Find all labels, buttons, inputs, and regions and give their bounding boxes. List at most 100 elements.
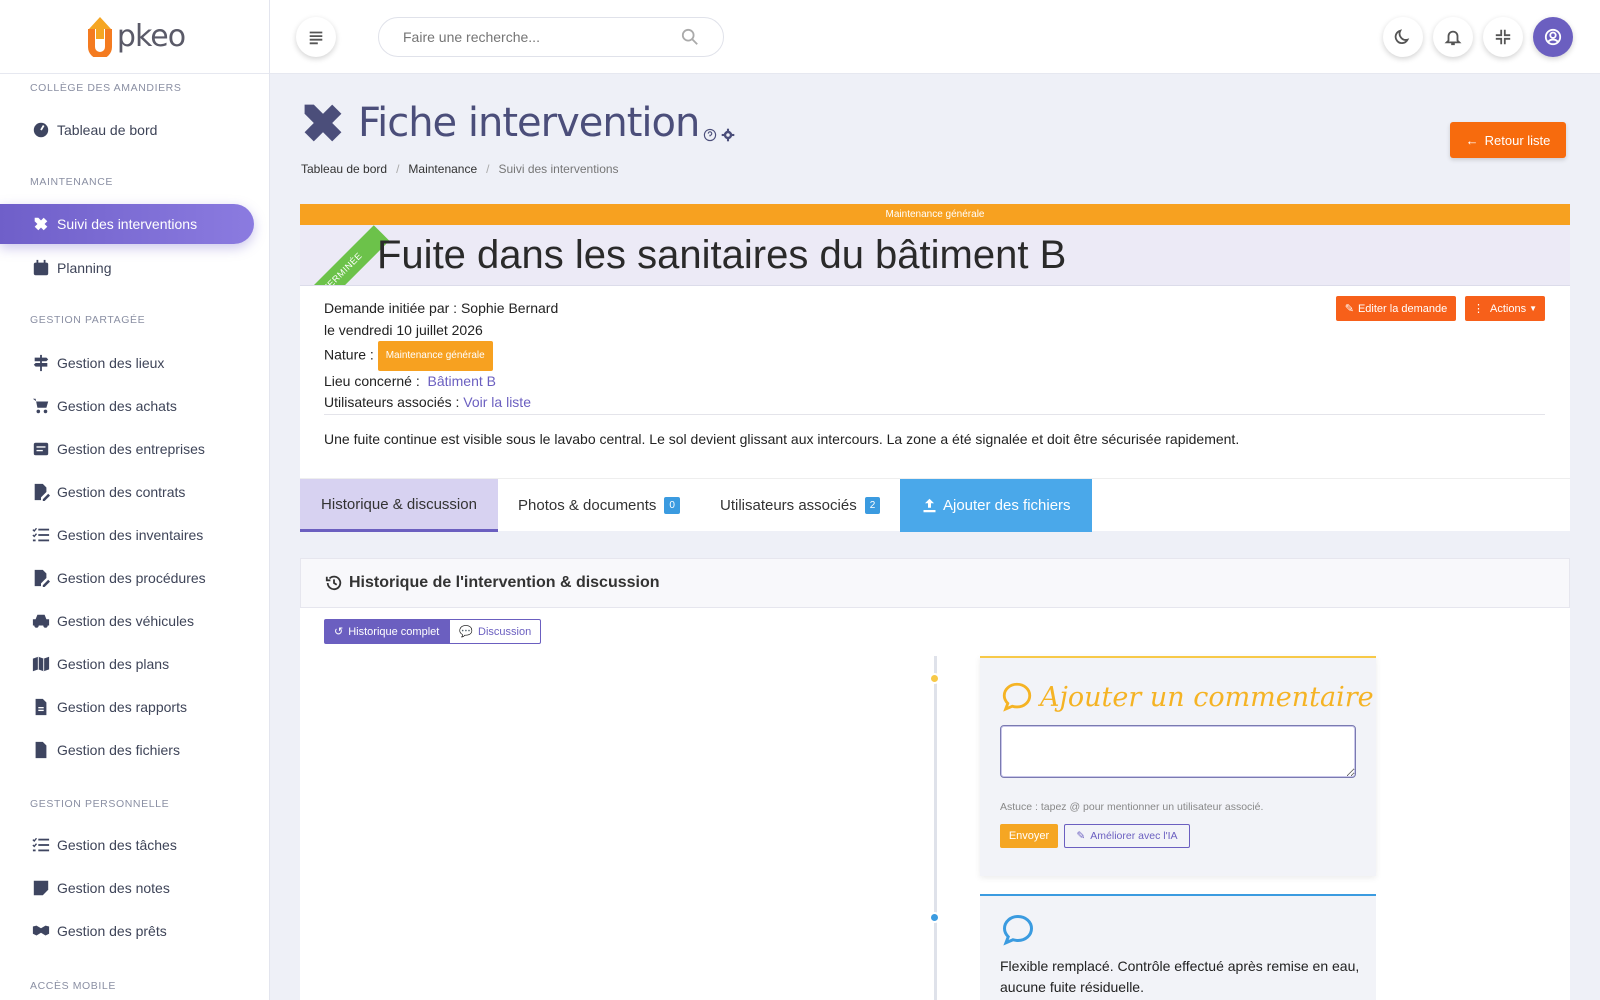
kebab-icon: ⋮	[1473, 303, 1484, 315]
add-comment-card: Ajouter un commentaire Astuce : tapez @ …	[980, 656, 1376, 876]
tools-icon	[304, 104, 342, 142]
sidebar-item-procedures[interactable]: Gestion des procédures	[0, 558, 254, 598]
user-avatar-button[interactable]	[1533, 17, 1573, 57]
sidebar-item-label: Gestion des achats	[57, 398, 177, 414]
menu-toggle-button[interactable]	[296, 17, 336, 57]
arrow-left-icon: ←	[1465, 132, 1479, 148]
users-list-link[interactable]: Voir la liste	[463, 394, 531, 410]
handshake-icon	[32, 925, 50, 936]
search-icon[interactable]	[681, 28, 699, 46]
sidebar-item-label: Planning	[57, 260, 112, 276]
car-icon	[32, 614, 50, 628]
upload-icon	[923, 498, 936, 513]
sidebar-item-notes[interactable]: Gestion des notes	[0, 868, 254, 908]
timeline-dot	[929, 673, 940, 684]
sidebar-item-label: Suivi des interventions	[57, 216, 198, 232]
users-label: Utilisateurs associés :	[324, 394, 460, 410]
sidebar-item-achats[interactable]: Gestion des achats	[0, 386, 254, 426]
section-gestion-partagee: Gestion partagée	[30, 314, 146, 326]
timeline-dot	[929, 912, 940, 923]
tools-icon	[34, 217, 48, 231]
timeline-line	[934, 656, 937, 1000]
actions-dropdown-button[interactable]: ⋮ Actions ▼	[1465, 296, 1545, 321]
search-input[interactable]	[403, 29, 681, 45]
logo-text: pkeo	[116, 19, 186, 54]
sidebar-item-dashboard[interactable]: Tableau de bord	[0, 110, 254, 150]
sidebar-item-planning[interactable]: Planning	[0, 248, 254, 288]
history-filter: ↺ Historique complet 💬 Discussion	[324, 619, 542, 644]
history-icon	[325, 575, 342, 591]
title-band: TERMINÉE Fuite dans les sanitaires du bâ…	[300, 225, 1570, 286]
filter-all-button[interactable]: ↺ Historique complet	[324, 619, 450, 644]
calendar-icon	[33, 259, 49, 276]
dark-mode-button[interactable]	[1383, 17, 1423, 57]
initiated-label: Demande initiée par :	[324, 300, 458, 316]
help-icon[interactable]	[703, 128, 717, 142]
sidebar-item-prets[interactable]: Gestion des prêts	[0, 911, 254, 951]
sidebar-item-label: Gestion des prêts	[57, 923, 167, 939]
file-icon	[35, 741, 47, 759]
send-button[interactable]: Envoyer	[1000, 824, 1058, 848]
sidebar-item-entreprises[interactable]: Gestion des entreprises	[0, 429, 254, 469]
map-icon	[32, 656, 50, 672]
sidebar-item-label: Gestion des rapports	[57, 699, 187, 715]
edit-request-button[interactable]: ✎ Editer la demande	[1336, 296, 1456, 321]
breadcrumb-item[interactable]: Maintenance	[408, 162, 477, 176]
caret-down-icon: ▼	[1529, 304, 1537, 313]
tabs: Historique & discussion Photos & documen…	[300, 478, 1570, 532]
section-acces-mobile: Accès mobile	[30, 980, 116, 992]
tab-photos[interactable]: Photos & documents 0	[498, 479, 700, 532]
notifications-button[interactable]	[1433, 17, 1473, 57]
sidebar-item-inventaires[interactable]: Gestion des inventaires	[0, 515, 254, 555]
tab-utilisateurs[interactable]: Utilisateurs associés 2	[700, 479, 900, 532]
section-maintenance: Maintenance	[30, 176, 114, 188]
intervention-card: Maintenance générale TERMINÉE Fuite dans…	[300, 204, 1570, 532]
sidebar-item-taches[interactable]: Gestion des tâches	[0, 825, 254, 865]
sidebar-item-contrats[interactable]: Gestion des contrats	[0, 472, 254, 512]
timeline-entry: Flexible remplacé. Contrôle effectué apr…	[980, 894, 1376, 1000]
category-bar: Maintenance générale	[300, 204, 1570, 225]
gear-icon[interactable]	[721, 128, 735, 142]
sidebar-item-label: Gestion des fichiers	[57, 742, 180, 758]
sidebar-item-label: Gestion des plans	[57, 656, 170, 672]
breadcrumb-item[interactable]: Tableau de bord	[301, 162, 387, 176]
sidebar-item-plans[interactable]: Gestion des plans	[0, 644, 254, 684]
list-check-icon	[32, 837, 50, 852]
section-college: Collège des Amandiers	[30, 82, 182, 94]
initiated-by: Sophie Bernard	[460, 300, 559, 316]
comment-textarea[interactable]	[1000, 725, 1356, 778]
sidebar-item-label: Gestion des tâches	[57, 837, 177, 853]
sidebar-item-lieux[interactable]: Gestion des lieux	[0, 343, 254, 383]
add-comment-title: Ajouter un commentaire	[1000, 680, 1374, 714]
sidebar-item-label: Gestion des procédures	[57, 570, 206, 586]
page-title: Fiche intervention	[358, 100, 700, 146]
comment-icon	[1002, 682, 1032, 712]
lieu-link[interactable]: Bâtiment B	[428, 373, 496, 389]
sidebar-item-label: Gestion des véhicules	[57, 613, 194, 629]
status-ribbon: TERMINÉE	[300, 225, 390, 285]
fullscreen-exit-button[interactable]	[1483, 17, 1523, 57]
tab-historique[interactable]: Historique & discussion	[300, 479, 498, 532]
user-circle-icon	[1544, 28, 1562, 46]
improve-ai-button[interactable]: ✎ Améliorer avec l'IA	[1064, 824, 1190, 848]
comment-icon	[1002, 914, 1034, 946]
history-icon: ↺	[334, 626, 344, 638]
logo[interactable]: pkeo	[0, 0, 269, 74]
nature-label: Nature :	[324, 346, 374, 363]
sidebar-item-label: Gestion des entreprises	[57, 441, 205, 457]
section-gestion-personnelle: Gestion personnelle	[30, 798, 170, 810]
list-check-icon	[32, 527, 50, 542]
count-badge: 2	[864, 497, 881, 514]
search-box[interactable]	[378, 17, 724, 57]
filter-discussion-button[interactable]: 💬 Discussion	[449, 619, 542, 644]
signpost-icon	[33, 354, 49, 372]
add-files-button[interactable]: Ajouter des fichiers	[900, 479, 1093, 532]
sidebar-item-vehicules[interactable]: Gestion des véhicules	[0, 601, 254, 641]
back-to-list-button[interactable]: ← Retour liste	[1450, 122, 1566, 158]
intervention-date: le vendredi 10 juillet 2026	[324, 321, 483, 338]
sidebar-item-interventions[interactable]: Suivi des interventions	[0, 204, 254, 244]
sidebar-item-fichiers[interactable]: Gestion des fichiers	[0, 730, 254, 770]
sidebar-item-rapports[interactable]: Gestion des rapports	[0, 687, 254, 727]
gauge-icon	[33, 122, 49, 138]
hamburger-icon	[309, 31, 323, 45]
